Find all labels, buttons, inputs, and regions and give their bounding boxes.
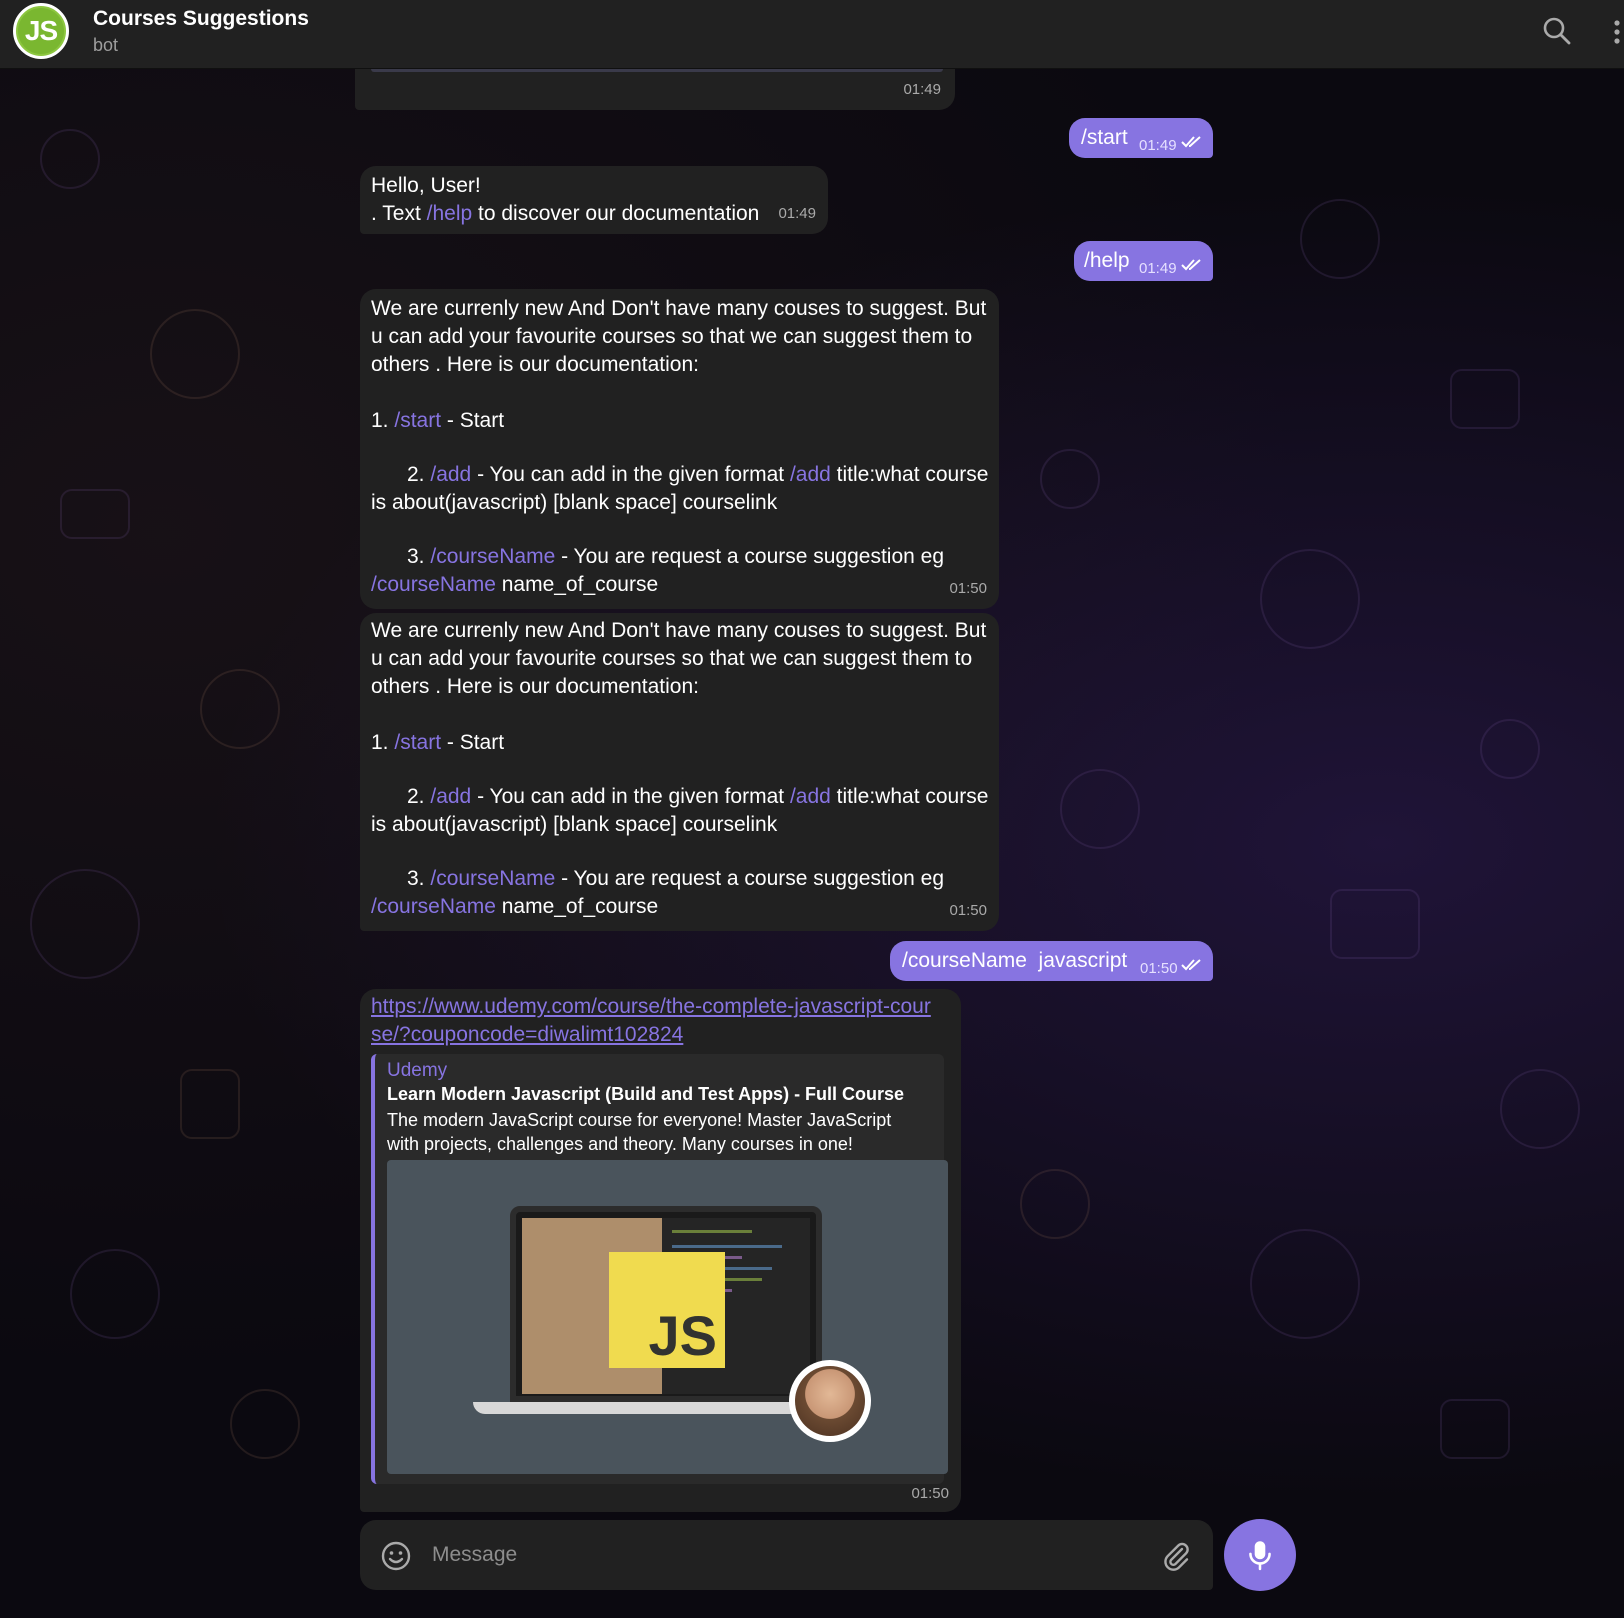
avatar-text: JS — [18, 8, 64, 54]
message-time: 01:50 — [949, 902, 987, 919]
preview-site-name: Udemy — [387, 1060, 448, 1081]
text-segment: 2. — [407, 785, 431, 808]
message-composer — [360, 1520, 1213, 1590]
text-segment: - You can add in the given format — [471, 785, 790, 808]
text-segment: 1. — [371, 409, 395, 432]
course-link[interactable]: https://www.udemy.com/course/the-complet… — [371, 993, 941, 1049]
paperclip-icon[interactable] — [1160, 1540, 1192, 1572]
search-icon[interactable] — [1542, 16, 1572, 46]
doc-item-1: 1. /start - Start — [371, 729, 504, 757]
message-text-line1: Hello, User! — [371, 174, 481, 197]
message-text: /start — [1081, 126, 1128, 149]
preview-image[interactable]: JS — [387, 1160, 948, 1474]
command-link-coursename[interactable]: /courseName — [371, 573, 496, 596]
read-ticks-icon — [1181, 959, 1201, 971]
text-segment: name_of_course — [495, 573, 659, 596]
doc-intro: We are currenly new And Don't have many … — [371, 619, 987, 698]
text-segment: . Text — [371, 202, 427, 225]
doc-item-3: 3. /courseName - You are request a cours… — [371, 543, 951, 599]
microphone-icon — [1249, 1541, 1271, 1571]
text-segment: 1. — [371, 731, 395, 754]
message-outgoing-help: /help 01:49 — [1074, 241, 1213, 281]
command-link-start[interactable]: /start — [394, 731, 441, 754]
message-time: 01:50 — [1140, 960, 1178, 977]
message-time: 01:49 — [1139, 260, 1177, 277]
text-segment: - You are request a course suggestion eg — [555, 545, 950, 568]
message-time: 01:49 — [1139, 137, 1177, 154]
read-ticks-icon — [1181, 259, 1201, 271]
doc-item-3: 3. /courseName - You are request a cours… — [371, 865, 951, 921]
message-time: 01:49 — [778, 205, 816, 222]
smile-icon[interactable] — [380, 1540, 412, 1572]
text-segment: - Start — [441, 731, 505, 754]
command-link-add[interactable]: /add — [430, 463, 471, 486]
command-link-add[interactable]: /add — [790, 463, 831, 486]
text-segment: - Start — [441, 409, 505, 432]
doc-intro: We are currenly new And Don't have many … — [371, 297, 987, 376]
text-segment: name_of_course — [495, 895, 659, 918]
text-segment: - You can add in the given format — [471, 463, 790, 486]
text-segment: 2. — [407, 463, 431, 486]
js-logo-text: JS — [648, 1304, 718, 1367]
preview-description: The modern JavaScript course for everyon… — [387, 1110, 892, 1154]
command-link-help[interactable]: /help — [427, 202, 473, 225]
doc-item-2: 2. /add - You can add in the given forma… — [371, 461, 991, 517]
more-vertical-icon[interactable] — [1610, 18, 1624, 48]
doc-item-2: 2. /add - You can add in the given forma… — [371, 783, 991, 839]
chat-title[interactable]: Courses Suggestions — [93, 7, 309, 31]
message-time: 01:50 — [949, 580, 987, 597]
message-incoming-hello: Hello, User! . Text /help to discover ou… — [360, 166, 828, 234]
message-text: /courseName javascript — [902, 949, 1128, 972]
js-logo: JS — [609, 1252, 725, 1368]
message-outgoing-start: /start 01:49 — [1069, 118, 1213, 158]
message-time: 01:50 — [911, 1485, 949, 1502]
text-segment: - You are request a course suggestion eg — [555, 867, 950, 890]
command-link-coursename[interactable]: /courseName — [430, 545, 555, 568]
message-text-line2: . Text /help to discover our documentati… — [371, 200, 759, 228]
doc-item-1: 1. /start - Start — [371, 407, 504, 435]
command-link-coursename[interactable]: /courseName — [371, 895, 496, 918]
message-text: /help — [1084, 249, 1130, 272]
text-segment: 3. — [407, 867, 431, 890]
message-outgoing-coursename: /courseName javascript 01:50 — [890, 941, 1213, 981]
message-incoming-documentation: We are currenly new And Don't have many … — [360, 289, 999, 609]
microphone-button[interactable] — [1224, 1519, 1296, 1591]
command-link-start[interactable]: /start — [394, 409, 441, 432]
chat-subtitle: bot — [93, 35, 119, 55]
link-preview-card[interactable]: Udemy Learn Modern Javascript (Build and… — [371, 1054, 948, 1484]
message-incoming-documentation: We are currenly new And Don't have many … — [360, 613, 999, 931]
chat-header: JS Courses Suggestions bot — [0, 0, 1624, 69]
command-link-coursename[interactable]: /courseName — [430, 867, 555, 890]
command-link-add[interactable]: /add — [790, 785, 831, 808]
read-ticks-icon — [1181, 136, 1201, 148]
text-segment: to discover our documentation — [472, 202, 760, 225]
instructor-avatar — [789, 1360, 871, 1442]
message-input[interactable] — [432, 1535, 1112, 1575]
bot-avatar[interactable]: JS — [13, 3, 69, 59]
command-link-add[interactable]: /add — [430, 785, 471, 808]
text-segment: 3. — [407, 545, 431, 568]
preview-title: Learn Modern Javascript (Build and Test … — [387, 1084, 905, 1104]
message-time: 01:49 — [903, 81, 941, 98]
